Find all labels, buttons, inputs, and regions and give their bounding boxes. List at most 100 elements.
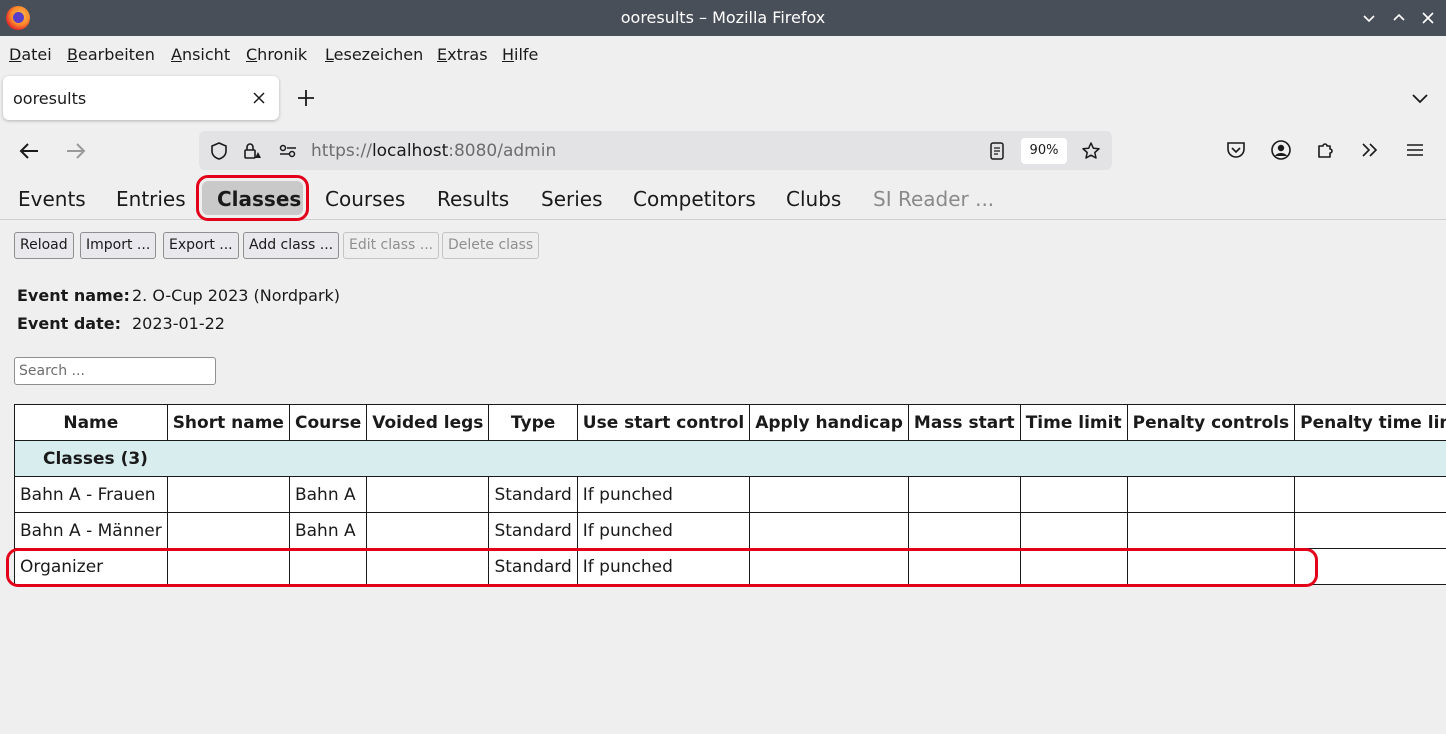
nav-series[interactable]: Series — [541, 187, 603, 211]
cell-penalty-controls — [1126, 476, 1296, 513]
col-short-name[interactable]: Short name — [166, 404, 290, 441]
nav-events[interactable]: Events — [18, 187, 86, 211]
cell-name: Bahn A - Frauen — [14, 476, 168, 513]
menu-bar: Datei Bearbeiten Ansicht Chronik Lesezei… — [0, 36, 1446, 72]
back-arrow-icon[interactable] — [17, 138, 43, 164]
cell-voided-legs — [366, 476, 490, 513]
nav-entries[interactable]: Entries — [116, 187, 186, 211]
list-all-tabs-chevron-icon[interactable] — [1408, 86, 1432, 110]
edit-class-button[interactable]: Edit class ... — [343, 232, 440, 259]
nav-results[interactable]: Results — [437, 187, 509, 211]
hamburger-menu-icon[interactable] — [1404, 139, 1426, 161]
cell-type: Standard — [488, 476, 578, 513]
nav-clubs[interactable]: Clubs — [786, 187, 841, 211]
menu-datei[interactable]: Datei — [9, 45, 52, 64]
col-name[interactable]: Name — [14, 404, 168, 441]
col-type[interactable]: Type — [488, 404, 578, 441]
cell-type: Standard — [488, 512, 578, 549]
add-class-button[interactable]: Add class ... — [243, 232, 340, 259]
minimize-icon[interactable] — [1357, 6, 1381, 30]
nav-classes-label: Classes — [217, 187, 302, 211]
cell-course — [288, 548, 368, 585]
col-time-limit[interactable]: Time limit — [1019, 404, 1128, 441]
table-row[interactable]: Bahn A - Frauen Bahn A Standard If punch… — [14, 476, 1446, 513]
nav-courses[interactable]: Courses — [325, 187, 405, 211]
cell-type: Standard — [488, 548, 578, 585]
col-voided-legs[interactable]: Voided legs — [366, 404, 490, 441]
url-bar[interactable]: https://localhost:8080/admin 90% — [199, 131, 1112, 170]
menu-chronik[interactable]: Chronik — [246, 45, 307, 64]
tracking-shield-icon[interactable] — [209, 141, 229, 161]
cell-time-limit — [1019, 548, 1128, 585]
cell-mass-start — [907, 548, 1021, 585]
cell-apply-handicap — [749, 476, 909, 513]
cell-time-limit — [1019, 512, 1128, 549]
cell-penalty-time-limit — [1294, 512, 1446, 549]
nav-si-reader[interactable]: SI Reader ... — [873, 187, 994, 211]
menu-hilfe[interactable]: Hilfe — [502, 45, 538, 64]
col-course[interactable]: Course — [288, 404, 368, 441]
account-icon[interactable] — [1270, 139, 1292, 161]
new-tab-plus-icon[interactable] — [294, 86, 318, 110]
cell-penalty-controls — [1126, 548, 1296, 585]
nav-competitors[interactable]: Competitors — [633, 187, 756, 211]
cell-voided-legs — [366, 548, 490, 585]
menu-bearbeiten[interactable]: Bearbeiten — [67, 45, 155, 64]
event-date-value: 2023-01-22 — [132, 314, 225, 333]
table-row[interactable]: Bahn A - Männer Bahn A Standard If punch… — [14, 512, 1446, 549]
cell-use-start-control: If punched — [576, 548, 751, 585]
table-row[interactable]: Organizer Standard If punched — [14, 548, 1446, 585]
url-text[interactable]: https://localhost:8080/admin — [311, 141, 556, 161]
lock-warning-icon[interactable] — [242, 141, 262, 161]
menu-ansicht[interactable]: Ansicht — [171, 45, 230, 64]
bookmark-star-icon[interactable] — [1081, 141, 1101, 161]
close-tab-icon[interactable] — [250, 89, 268, 107]
import-button[interactable]: Import ... — [80, 232, 157, 259]
cell-time-limit — [1019, 476, 1128, 513]
cell-penalty-time-limit — [1294, 476, 1446, 513]
cell-short-name — [166, 476, 290, 513]
site-permissions-icon[interactable] — [278, 141, 298, 161]
nav-classes-active[interactable]: Classes — [196, 175, 309, 221]
overflow-chevrons-icon[interactable] — [1359, 139, 1381, 161]
forward-arrow-icon[interactable] — [62, 138, 88, 164]
menu-extras[interactable]: Extras — [437, 45, 488, 64]
col-penalty-controls[interactable]: Penalty controls — [1126, 404, 1296, 441]
zoom-level-button[interactable]: 90% — [1021, 138, 1067, 164]
menu-lesezeichen[interactable]: Lesezeichen — [325, 45, 423, 64]
cell-mass-start — [907, 476, 1021, 513]
event-date-label: Event date: — [17, 314, 121, 333]
search-input[interactable] — [14, 357, 216, 385]
cell-name: Bahn A - Männer — [14, 512, 168, 549]
cell-use-start-control: If punched — [576, 476, 751, 513]
col-penalty-time-limit[interactable]: Penalty time limit — [1294, 404, 1446, 441]
export-button[interactable]: Export ... — [163, 232, 239, 259]
cell-apply-handicap — [749, 548, 909, 585]
cell-course: Bahn A — [288, 512, 368, 549]
event-name-label: Event name: — [17, 286, 130, 305]
table-header-row: Name Short name Course Voided legs Type … — [14, 404, 1446, 441]
cell-voided-legs — [366, 512, 490, 549]
cell-use-start-control: If punched — [576, 512, 751, 549]
tab-title: ooresults — [13, 89, 87, 108]
extensions-puzzle-icon[interactable] — [1315, 139, 1337, 161]
reload-button[interactable]: Reload — [14, 232, 74, 259]
cell-penalty-time-limit — [1294, 548, 1446, 585]
col-apply-handicap[interactable]: Apply handicap — [749, 404, 909, 441]
col-mass-start[interactable]: Mass start — [907, 404, 1021, 441]
cell-apply-handicap — [749, 512, 909, 549]
group-row[interactable]: Classes (3) — [13, 440, 1446, 477]
event-name-value: 2. O-Cup 2023 (Nordpark) — [132, 286, 341, 305]
close-window-icon[interactable] — [1416, 6, 1440, 30]
classes-table: Name Short name Course Voided legs Type … — [13, 404, 1446, 585]
pocket-icon[interactable] — [1225, 139, 1247, 161]
app-navigation: Events Entries Classes Courses Results S… — [0, 175, 1446, 221]
cell-penalty-controls — [1126, 512, 1296, 549]
maximize-icon[interactable] — [1387, 6, 1411, 30]
cell-short-name — [166, 548, 290, 585]
browser-tab[interactable]: ooresults — [3, 76, 279, 120]
reader-view-icon[interactable] — [987, 141, 1007, 161]
col-use-start-control[interactable]: Use start control — [576, 404, 751, 441]
cell-mass-start — [907, 512, 1021, 549]
delete-class-button[interactable]: Delete class — [442, 232, 540, 259]
